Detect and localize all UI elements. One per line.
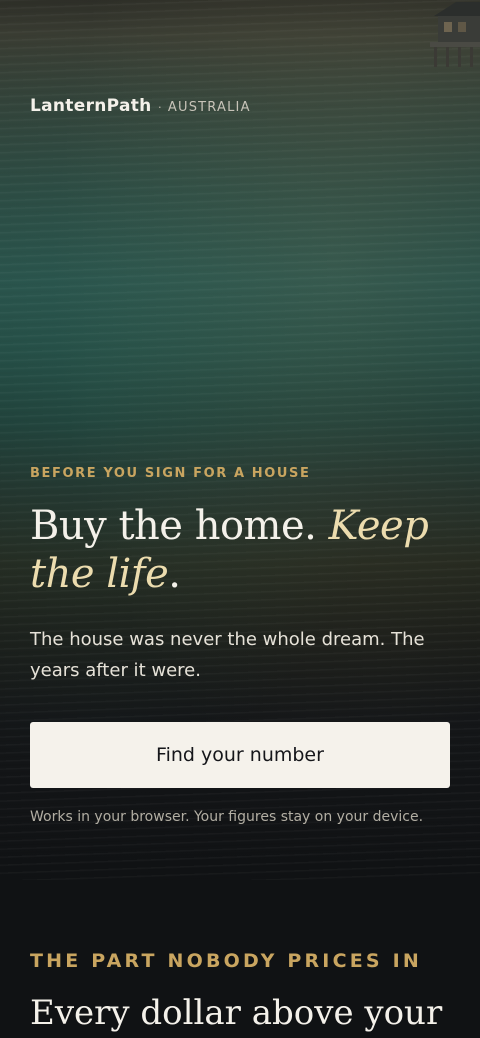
find-your-number-button[interactable]: Find your number: [30, 722, 450, 788]
brand-separator: ·: [157, 99, 162, 114]
hero-eyebrow: BEFORE YOU SIGN FOR A HOUSE: [30, 466, 311, 481]
section-eyebrow: THE PART NOBODY PRICES IN: [30, 950, 422, 972]
headline-plain: Buy the home.: [30, 503, 329, 549]
brand-name: LanternPath: [30, 96, 152, 116]
overwater-villa-image: [430, 2, 480, 67]
privacy-note: Works in your browser. Your figures stay…: [30, 809, 424, 825]
brand-logo[interactable]: LanternPath · AUSTRALIA: [30, 96, 251, 116]
brand-region: AUSTRALIA: [167, 100, 251, 115]
headline-end: .: [168, 551, 181, 597]
section-title: Every dollar above your: [30, 993, 443, 1033]
hero-headline: Buy the home. Keep the life.: [30, 502, 460, 598]
hero-subhead: The house was never the whole dream. The…: [30, 629, 425, 681]
